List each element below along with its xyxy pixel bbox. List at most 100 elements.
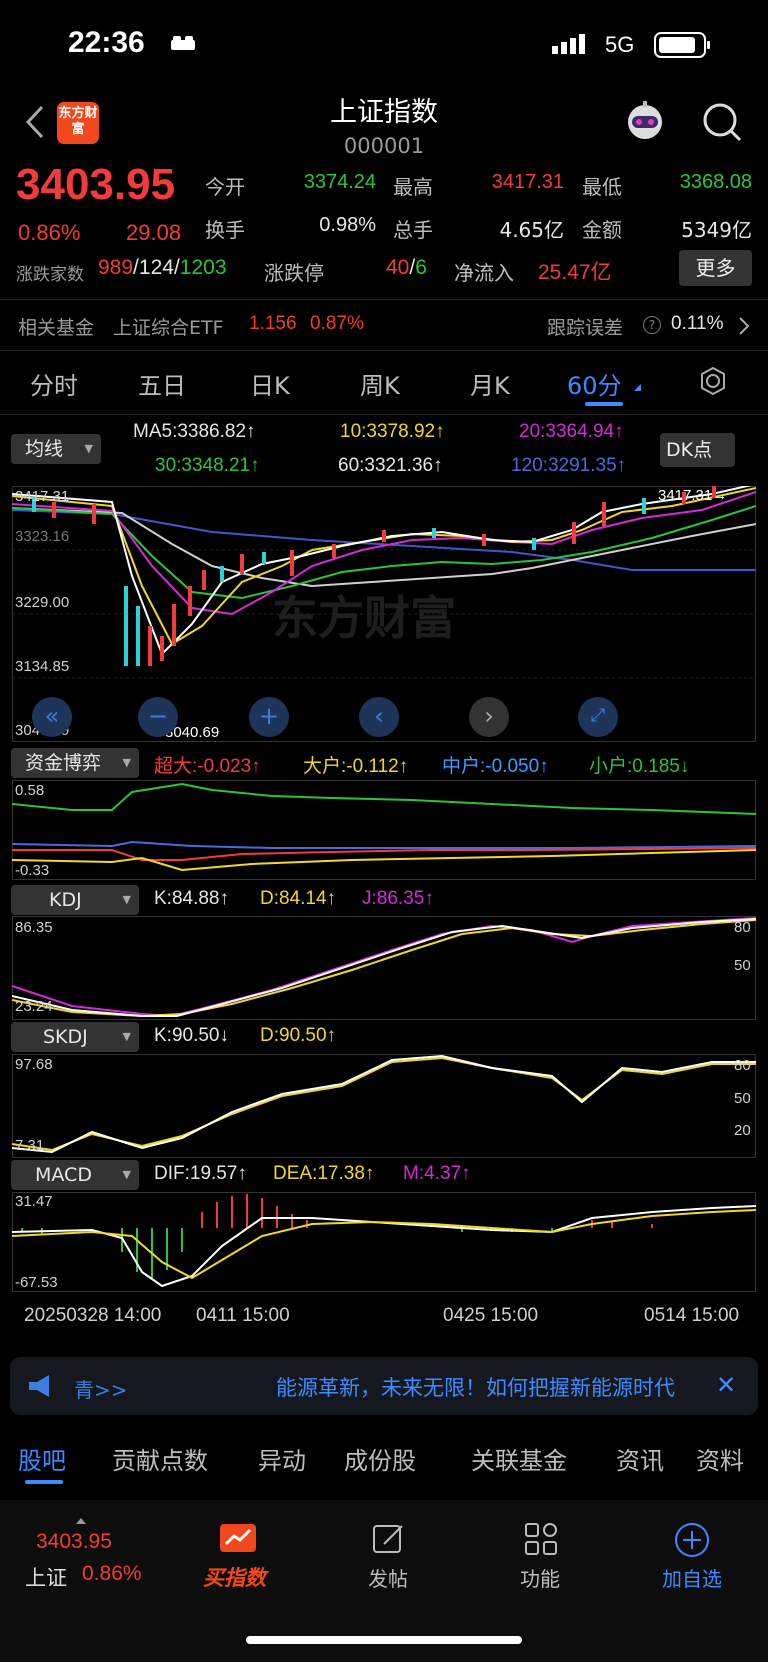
- dk-point-button[interactable]: DK点: [660, 433, 735, 467]
- macd-y-bottom: -67.53: [15, 1274, 58, 1291]
- fund-flow-y-bottom: -0.33: [15, 862, 50, 879]
- tab-constituents[interactable]: 成份股: [344, 1441, 416, 1476]
- amount-label: 金额: [582, 218, 622, 242]
- fund-flow-y-top: 0.58: [15, 782, 45, 799]
- macd-selector[interactable]: MACD ▼: [11, 1160, 139, 1190]
- home-indicator: [246, 1636, 522, 1644]
- macd-dea: DEA:17.38↑: [273, 1163, 375, 1184]
- zoom-out-icon[interactable]: −: [138, 697, 178, 737]
- open-value: 3374.24: [303, 171, 376, 193]
- watermark: 东方财富: [272, 591, 456, 645]
- settings-icon[interactable]: [698, 366, 728, 400]
- breadth-values: 989/124/1203: [98, 256, 227, 279]
- skdj-selector[interactable]: SKDJ ▼: [11, 1022, 139, 1052]
- nav-index-name: 上证: [25, 1566, 67, 1590]
- tab-intraday[interactable]: 分时: [30, 366, 78, 401]
- inflow-label: 净流入: [454, 261, 514, 285]
- scroll-right-icon[interactable]: ›: [469, 697, 509, 737]
- macd-dif: DIF:19.57↑: [154, 1163, 247, 1184]
- macd-chart: [12, 1192, 756, 1292]
- expand-up-icon[interactable]: [76, 1518, 86, 1524]
- fullscreen-icon[interactable]: ⤢: [578, 697, 618, 737]
- tracking-error-value: 0.11%: [671, 313, 724, 334]
- scroll-left-icon[interactable]: ‹: [359, 697, 399, 737]
- zoom-in-icon[interactable]: +: [249, 697, 289, 737]
- ma30-line: [12, 505, 756, 600]
- skdj-k: K:90.50↓: [154, 1025, 229, 1046]
- volume-value: 4.65亿: [499, 218, 564, 242]
- kdj-ref-80: 80: [734, 919, 751, 936]
- search-icon[interactable]: [700, 100, 744, 148]
- skdj-y-top: 97.68: [15, 1056, 53, 1073]
- current-price: 3403.95: [16, 160, 176, 209]
- tab-daily[interactable]: 日K: [250, 366, 290, 401]
- fund-super: 超大:-0.023↑: [154, 756, 261, 777]
- ma-selector[interactable]: 均线 ▼: [11, 434, 101, 464]
- skdj-label: SKDJ: [43, 1026, 88, 1048]
- fund-pct: 0.87%: [310, 313, 364, 334]
- buy-index-label[interactable]: 买指数: [203, 1562, 266, 1592]
- ma120-value: 120:3291.35↑: [511, 455, 627, 476]
- fund-big: 大户:-0.112↑: [303, 756, 409, 777]
- fund-flow-label: 资金博弈: [25, 752, 102, 774]
- nav-index-pct: 0.86%: [82, 1562, 142, 1585]
- high-label: 最高: [393, 175, 433, 199]
- y-label-4: 3134.85: [15, 658, 70, 675]
- chevron-right-icon[interactable]: [738, 316, 750, 340]
- ma-selector-label: 均线: [25, 438, 64, 460]
- scroll-left-double-icon[interactable]: «: [32, 697, 72, 737]
- functions-icon[interactable]: [524, 1522, 558, 1560]
- tab-active-indicator: [585, 402, 623, 406]
- ma60-value: 60:3321.36↑: [338, 455, 443, 476]
- add-watchlist-label[interactable]: 加自选: [632, 1563, 752, 1592]
- tab-five-day[interactable]: 五日: [138, 366, 186, 401]
- tab-related-funds[interactable]: 关联基金: [471, 1441, 567, 1476]
- limit-label: 涨跌停: [264, 261, 324, 285]
- divider: [0, 414, 768, 415]
- ma10-value: 10:3378.92↑: [340, 421, 445, 442]
- megaphone-icon: [27, 1373, 57, 1403]
- open-label: 今开: [205, 175, 245, 199]
- high-marker: 3417.31→: [658, 487, 728, 504]
- tab-monthly[interactable]: 月K: [470, 366, 510, 401]
- limit-values: 40/6: [386, 256, 427, 279]
- tab-news[interactable]: 资讯: [616, 1441, 664, 1476]
- kdj-y-bottom: 23.24: [15, 998, 53, 1015]
- post-label[interactable]: 发帖: [328, 1563, 448, 1592]
- tab-abnormal[interactable]: 异动: [258, 1441, 306, 1476]
- tab-60min[interactable]: 60分: [567, 366, 622, 401]
- x-label-4: 0514 15:00: [644, 1305, 740, 1326]
- macd-label: MACD: [35, 1164, 92, 1186]
- flat-count: 124: [138, 256, 174, 279]
- buy-index-icon[interactable]: [218, 1522, 258, 1558]
- tab-contribution[interactable]: 贡献点数: [112, 1441, 208, 1476]
- add-watchlist-icon[interactable]: [674, 1522, 710, 1562]
- tab-profile[interactable]: 资料: [696, 1441, 744, 1476]
- network-type: 5G: [605, 32, 635, 57]
- kdj-y-top: 86.35: [15, 919, 53, 936]
- x-label-2: 0411 15:00: [196, 1305, 290, 1326]
- kdj-chart: [12, 916, 756, 1020]
- banner-close-icon[interactable]: ✕: [716, 1371, 736, 1399]
- kdj-selector[interactable]: KDJ ▼: [11, 885, 139, 915]
- kdj-j: J:86.35↑: [362, 888, 434, 909]
- change-value: 29.08: [126, 220, 182, 245]
- more-button[interactable]: 更多: [679, 250, 752, 286]
- fund-name[interactable]: 上证综合ETF: [113, 313, 224, 340]
- divider: [0, 299, 768, 300]
- skdj-ref-20: 20: [734, 1122, 751, 1139]
- tab-forum[interactable]: 股吧: [18, 1441, 66, 1476]
- robot-assistant-icon[interactable]: [622, 100, 668, 150]
- low-label: 最低: [582, 175, 622, 199]
- tab-dropdown-icon: [634, 384, 641, 391]
- functions-label[interactable]: 功能: [480, 1563, 600, 1592]
- ma20-value: 20:3364.94↑: [519, 421, 624, 442]
- low-value: 3368.08: [679, 171, 752, 193]
- banner-text[interactable]: 能源革新，未来无限！如何把握新能源时代: [276, 1372, 706, 1402]
- battery-icon: [654, 32, 712, 62]
- fund-flow-selector[interactable]: 资金博弈 ▼: [11, 748, 139, 778]
- post-icon[interactable]: [372, 1522, 406, 1560]
- help-icon[interactable]: ?: [643, 316, 661, 334]
- fund-price: 1.156: [249, 313, 297, 334]
- tab-weekly[interactable]: 周K: [360, 366, 400, 401]
